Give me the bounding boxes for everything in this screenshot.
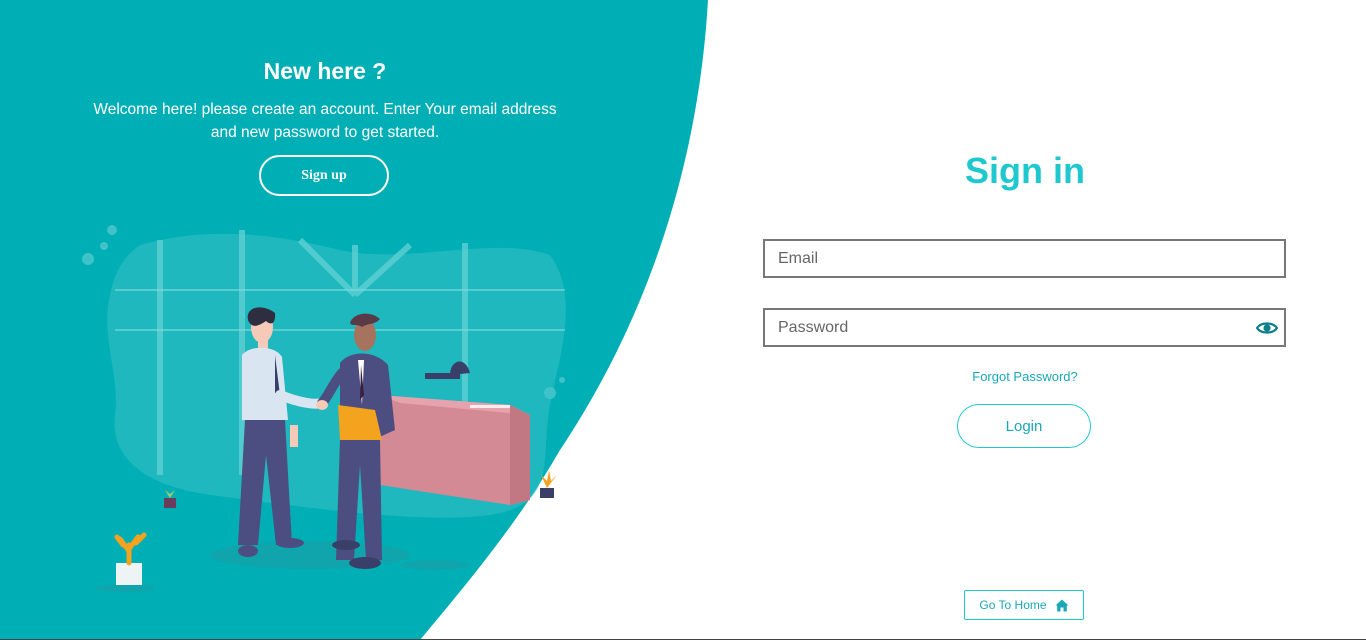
forgot-password-link[interactable]: Forgot Password? [960,369,1090,384]
panel-title: New here ? [263,58,387,84]
sign-in-title: Sign in [965,150,1085,191]
password-input[interactable] [765,310,1284,345]
email-input[interactable] [765,241,1284,276]
go-to-home-label: Go To Home [979,598,1047,612]
sign-up-button[interactable]: Sign up [259,155,389,196]
signup-promo-panel: New here ? Welcome here! please create a… [0,0,650,640]
handshake-illustration [82,225,566,592]
login-button[interactable]: Login [957,404,1091,448]
go-to-home-button[interactable]: Go To Home [964,590,1084,620]
home-icon [1055,599,1069,611]
password-field-wrapper [763,308,1286,347]
email-field-wrapper [763,239,1286,278]
eye-icon[interactable] [1256,319,1278,337]
panel-description: Welcome here! please create an account. … [93,101,557,141]
